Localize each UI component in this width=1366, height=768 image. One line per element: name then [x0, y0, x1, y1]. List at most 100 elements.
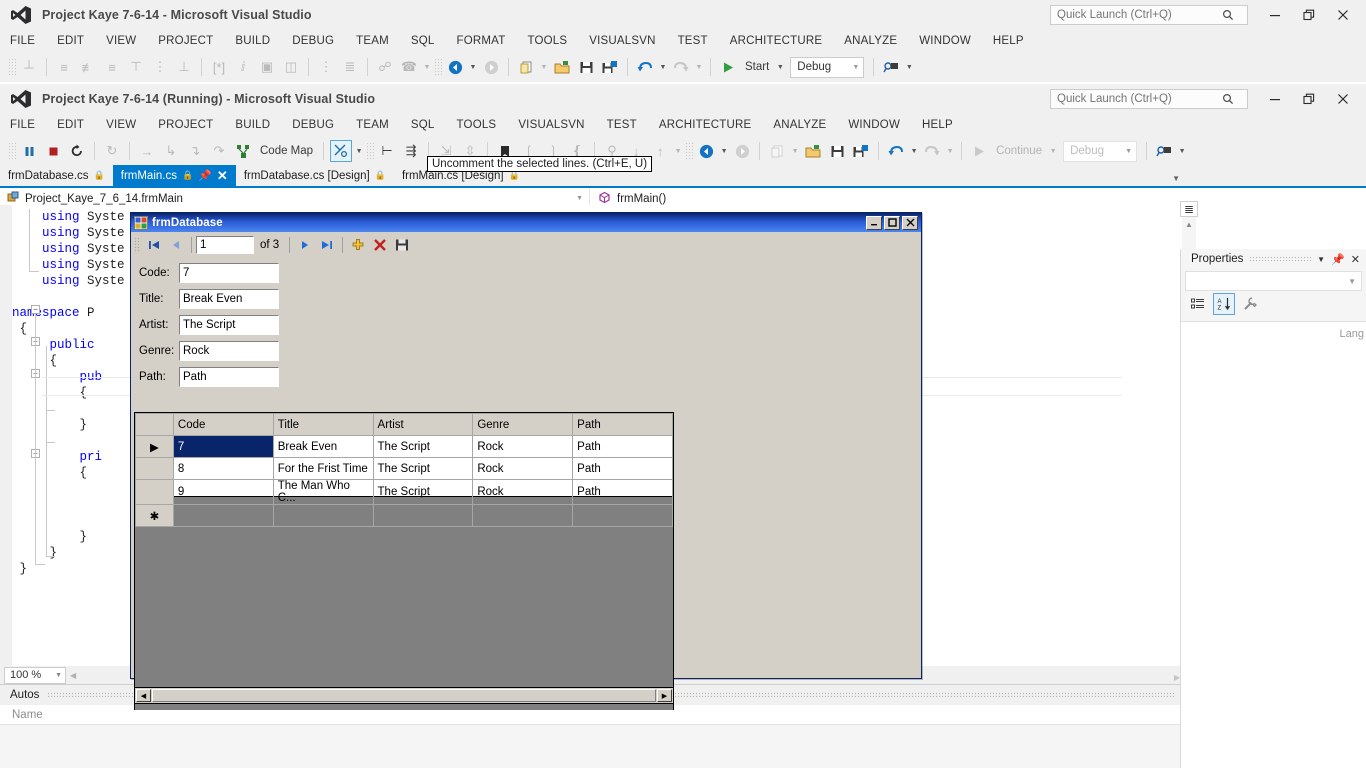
menu-item-team[interactable]: TEAM [356, 119, 389, 131]
step-cycle-icon[interactable]: ↷ [208, 140, 230, 162]
scroll-up-icon[interactable]: ▲ [1182, 217, 1196, 231]
redo-icon[interactable] [670, 56, 692, 78]
column-header-path[interactable]: Path [572, 413, 673, 436]
pause-icon[interactable] [18, 140, 40, 162]
menu-item-sql[interactable]: SQL [411, 35, 435, 47]
row-selector[interactable] [135, 457, 174, 480]
menu-item-team[interactable]: TEAM [356, 35, 389, 47]
code-map-button[interactable]: Code Map [256, 145, 317, 157]
toolbar-overflow-icon[interactable]: ▼ [422, 64, 432, 71]
scrollbar-track[interactable] [152, 689, 656, 702]
chevron-down-icon[interactable]: ▼ [1348, 277, 1356, 286]
menu-item-window[interactable]: WINDOW [848, 119, 900, 131]
cell-artist[interactable]: The Script [372, 457, 474, 480]
chevron-down-icon[interactable]: ▼ [576, 195, 583, 202]
chevron-down-icon[interactable]: ▼ [852, 64, 859, 71]
toolbar-grip[interactable] [8, 142, 16, 160]
pin-icon[interactable]: 📌 [1331, 253, 1345, 266]
new-project-icon[interactable] [766, 140, 788, 162]
cell-code[interactable]: 9 [172, 479, 274, 505]
align-bottoms-icon[interactable]: ⊥ [173, 56, 195, 78]
open-file-icon[interactable] [551, 56, 573, 78]
cell-code[interactable]: 8 [172, 457, 274, 480]
bring-to-front-icon[interactable]: ☍ [374, 56, 396, 78]
chevron-down-icon[interactable]: ▼ [909, 148, 919, 155]
genre-input[interactable]: Rock [179, 341, 279, 361]
continue-button[interactable]: Continue [992, 145, 1046, 157]
navigate-forward-icon[interactable] [480, 56, 502, 78]
refresh-windows-app-icon[interactable]: ↻ [101, 140, 123, 162]
menu-item-build[interactable]: BUILD [235, 35, 270, 47]
align-centers-icon[interactable]: ≢ [77, 56, 99, 78]
make-same-height-icon[interactable]: ⅈ [232, 56, 254, 78]
menu-item-view[interactable]: VIEW [106, 119, 136, 131]
search-icon[interactable] [1219, 9, 1237, 21]
save-icon[interactable] [826, 140, 848, 162]
menu-item-file[interactable]: FILE [10, 119, 35, 131]
chevron-down-icon[interactable]: ▼ [719, 148, 729, 155]
fold-box-namespace[interactable]: − [31, 305, 40, 314]
cell-title[interactable]: For the Frist Time [272, 457, 374, 480]
outer-quick-launch-input[interactable] [1051, 8, 1219, 22]
datagridview[interactable]: Code Title Artist Genre Path ▶ 7 Break E… [134, 412, 674, 527]
chevron-down-icon[interactable]: ▼ [1125, 148, 1132, 155]
align-to-grid-icon[interactable]: ┴ [18, 56, 40, 78]
toolstrip-grip[interactable] [134, 236, 140, 253]
chevron-down-icon[interactable]: ▼ [1048, 148, 1058, 155]
attach-icon[interactable] [880, 56, 902, 78]
artist-input[interactable]: The Script [179, 315, 279, 335]
make-same-size-icon[interactable]: ▣ [256, 56, 278, 78]
maximize-button[interactable] [884, 215, 900, 230]
menu-item-tools[interactable]: TOOLS [457, 119, 497, 131]
chevron-down-icon[interactable]: ▼ [694, 64, 704, 71]
table-row[interactable]: 8 For the Frist Time The Script Rock Pat… [135, 457, 673, 480]
toolbar-grip[interactable] [8, 58, 16, 76]
toolbar-grip[interactable] [685, 142, 694, 160]
cell-artist[interactable]: The Script [372, 479, 474, 505]
stop-icon[interactable] [42, 140, 64, 162]
undo-icon[interactable] [885, 140, 907, 162]
solution-configuration-combo[interactable]: Debug ▼ [790, 56, 865, 78]
tab-overflow-icon[interactable]: ▼ [1172, 174, 1180, 183]
menu-item-architecture[interactable]: ARCHITECTURE [659, 119, 752, 131]
chevron-down-icon[interactable]: ▼ [468, 64, 478, 71]
start-button[interactable]: Start [741, 61, 773, 73]
datagridview-horizontal-scrollbar[interactable]: ◀ ▶ [134, 687, 674, 704]
running-quick-launch[interactable] [1050, 89, 1248, 109]
find-prev-icon[interactable]: ↑ [649, 140, 671, 162]
save-icon[interactable] [575, 56, 597, 78]
title-input[interactable]: Break Even [179, 289, 279, 309]
save-icon[interactable] [391, 234, 413, 256]
continue-icon[interactable] [968, 140, 990, 162]
add-new-icon[interactable] [347, 234, 369, 256]
close-button[interactable] [1326, 86, 1360, 112]
menu-item-sql[interactable]: SQL [411, 119, 435, 131]
align-lefts-icon[interactable]: ≡ [53, 56, 75, 78]
comment-block-icon[interactable]: ⇶ [400, 140, 422, 162]
column-header-genre[interactable]: Genre [472, 413, 574, 436]
align-rights-icon[interactable]: ≡ [101, 56, 123, 78]
cell-title[interactable]: Break Even [272, 435, 374, 458]
menu-item-edit[interactable]: EDIT [57, 119, 84, 131]
menu-item-visualsvn[interactable]: VISUALSVN [589, 35, 655, 47]
menu-item-analyze[interactable]: ANALYZE [773, 119, 826, 131]
column-header-code[interactable]: Code [172, 413, 274, 436]
row-selector-current[interactable]: ▶ [135, 435, 174, 458]
frmdatabase-window[interactable]: frmDatabase 1 of 3 Code: 7 Title: Break … [130, 212, 922, 710]
step-out-icon[interactable]: ↴ [184, 140, 206, 162]
menu-item-build[interactable]: BUILD [235, 119, 270, 131]
chevron-down-icon[interactable]: ▼ [775, 64, 785, 71]
menu-item-format[interactable]: FORMAT [457, 35, 506, 47]
code-input[interactable]: 7 [179, 263, 279, 283]
menu-item-test[interactable]: TEST [607, 119, 637, 131]
cell-title[interactable]: The Man Who C... [272, 479, 374, 505]
menu-item-tools[interactable]: TOOLS [527, 35, 567, 47]
cell-artist[interactable]: The Script [372, 435, 474, 458]
restart-icon[interactable] [66, 140, 88, 162]
code-map-icon[interactable] [232, 140, 254, 162]
navigate-forward-icon[interactable] [731, 140, 753, 162]
row-selector[interactable] [135, 479, 174, 505]
menu-item-edit[interactable]: EDIT [57, 35, 84, 47]
chevron-down-icon[interactable]: ▼ [945, 148, 955, 155]
chevron-down-icon[interactable]: ▼ [790, 148, 800, 155]
